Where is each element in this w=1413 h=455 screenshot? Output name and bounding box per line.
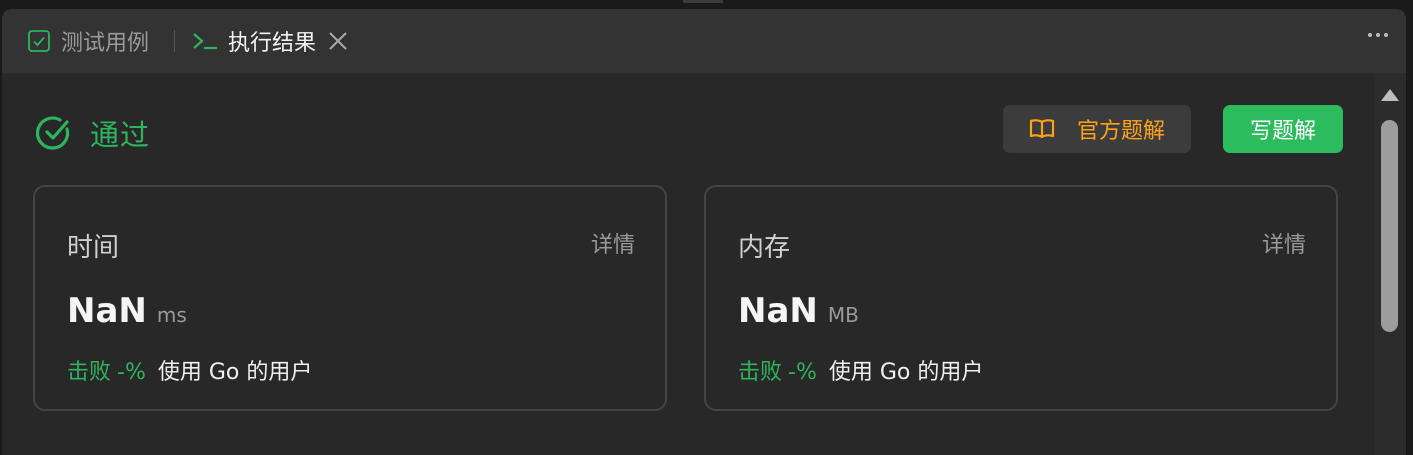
memory-detail-link[interactable]: 详情 bbox=[1262, 227, 1306, 259]
write-solution-button[interactable]: 写题解 bbox=[1223, 105, 1343, 153]
tab-result[interactable]: 执行结果 bbox=[192, 9, 348, 73]
memory-value: NaN MB bbox=[738, 291, 859, 331]
tab-testcase-label: 测试用例 bbox=[61, 31, 150, 56]
memory-beat-percent: -% bbox=[788, 360, 817, 385]
check-circle-icon bbox=[36, 115, 72, 151]
memory-beat-suffix: 使用 Go 的用户 bbox=[828, 360, 984, 385]
close-icon[interactable] bbox=[328, 31, 348, 51]
scrollbar-thumb[interactable] bbox=[1381, 120, 1398, 332]
terminal-icon bbox=[192, 29, 218, 53]
tab-testcase[interactable]: 测试用例 bbox=[27, 9, 149, 73]
result-panel: 测试用例 执行结果 通过 官方题解 写题解 时间 详情 NaN ms 击败 -%… bbox=[2, 9, 1406, 455]
official-solution-button[interactable]: 官方题解 bbox=[1003, 105, 1191, 153]
status-text: 通过 bbox=[90, 118, 151, 152]
runtime-beat-text: 击败 -% 使用 Go 的用户 bbox=[67, 354, 312, 386]
runtime-number: NaN bbox=[67, 291, 147, 331]
memory-card: 内存 详情 NaN MB 击败 -% 使用 Go 的用户 bbox=[704, 185, 1338, 411]
more-options-icon[interactable] bbox=[1368, 33, 1388, 37]
book-icon bbox=[1029, 118, 1055, 140]
runtime-value: NaN ms bbox=[67, 291, 187, 331]
scroll-up-arrow-icon[interactable] bbox=[1381, 89, 1399, 101]
runtime-beat-label: 击败 bbox=[67, 360, 112, 385]
tab-result-label: 执行结果 bbox=[228, 31, 317, 56]
memory-beat-text: 击败 -% 使用 Go 的用户 bbox=[738, 354, 983, 386]
tab-divider bbox=[174, 30, 175, 52]
runtime-beat-suffix: 使用 Go 的用户 bbox=[157, 360, 313, 385]
memory-beat-label: 击败 bbox=[738, 360, 783, 385]
memory-number: NaN bbox=[738, 291, 818, 331]
official-solution-label: 官方题解 bbox=[1076, 119, 1165, 144]
memory-unit: MB bbox=[827, 303, 859, 327]
runtime-title: 时间 bbox=[67, 233, 120, 263]
runtime-detail-link[interactable]: 详情 bbox=[591, 227, 635, 259]
memory-title: 内存 bbox=[738, 233, 791, 263]
runtime-unit: ms bbox=[156, 303, 187, 327]
window-drag-handle[interactable] bbox=[683, 0, 723, 3]
status-indicator: 通过 bbox=[36, 112, 150, 154]
runtime-beat-percent: -% bbox=[117, 360, 146, 385]
checkbox-icon bbox=[27, 29, 51, 53]
tab-bar: 测试用例 执行结果 bbox=[2, 9, 1406, 74]
runtime-card: 时间 详情 NaN ms 击败 -% 使用 Go 的用户 bbox=[33, 185, 667, 411]
